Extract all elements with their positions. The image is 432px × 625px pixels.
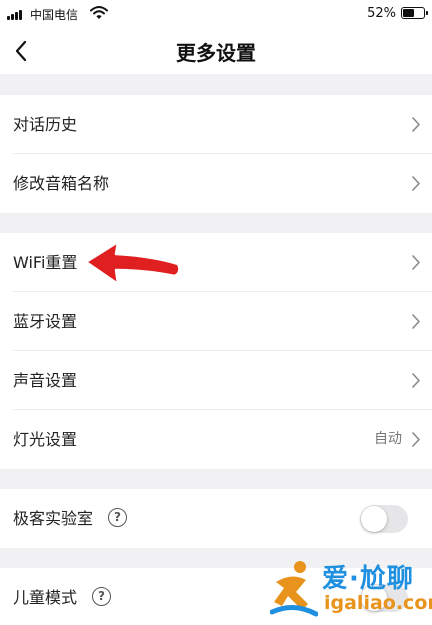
chevron-right-icon (412, 314, 420, 329)
settings-row-chat-history[interactable]: 对话历史 (0, 95, 432, 154)
battery-icon (401, 7, 428, 19)
help-icon[interactable]: ? (92, 587, 111, 606)
geek-lab-toggle[interactable] (360, 505, 408, 533)
settings-row-bluetooth[interactable]: 蓝牙设置 (0, 292, 432, 351)
chevron-right-icon (412, 255, 420, 270)
settings-row-wifi-reset[interactable]: WiFi重置 (0, 233, 432, 292)
row-label: 儿童模式 (13, 588, 78, 607)
carrier-name: 中国电信 (30, 8, 79, 22)
status-bar: 中国电信 52% (0, 0, 432, 28)
signal-strength-icon (7, 10, 25, 20)
chevron-right-icon (412, 432, 420, 447)
chevron-right-icon (412, 117, 420, 132)
row-label: 极客实验室 (13, 509, 94, 528)
row-label: WiFi重置 (13, 253, 78, 272)
battery-percentage: 52% (367, 6, 396, 21)
page-title: 更多设置 (176, 41, 256, 65)
settings-row-rename-speaker[interactable]: 修改音箱名称 (0, 154, 432, 213)
toggle-knob (361, 506, 387, 532)
row-label: 声音设置 (13, 371, 78, 390)
row-label: 蓝牙设置 (13, 312, 78, 331)
row-label: 修改音箱名称 (13, 174, 110, 193)
toggle-knob (361, 585, 387, 611)
nav-bar: 更多设置 (0, 28, 432, 74)
help-icon[interactable]: ? (108, 508, 127, 527)
row-label: 对话历史 (13, 115, 78, 134)
wifi-icon (90, 6, 108, 19)
row-value: 自动 (374, 431, 402, 447)
settings-row-sound[interactable]: 声音设置 (0, 351, 432, 410)
settings-row-lighting[interactable]: 灯光设置 自动 (0, 410, 432, 469)
chevron-right-icon (412, 176, 420, 191)
settings-row-geek-lab: 极客实验室 ? (0, 489, 432, 548)
chevron-right-icon (412, 373, 420, 388)
settings-row-kids-mode: 儿童模式 ? (0, 568, 432, 625)
row-label: 灯光设置 (13, 430, 78, 449)
kids-mode-toggle[interactable] (360, 584, 408, 612)
